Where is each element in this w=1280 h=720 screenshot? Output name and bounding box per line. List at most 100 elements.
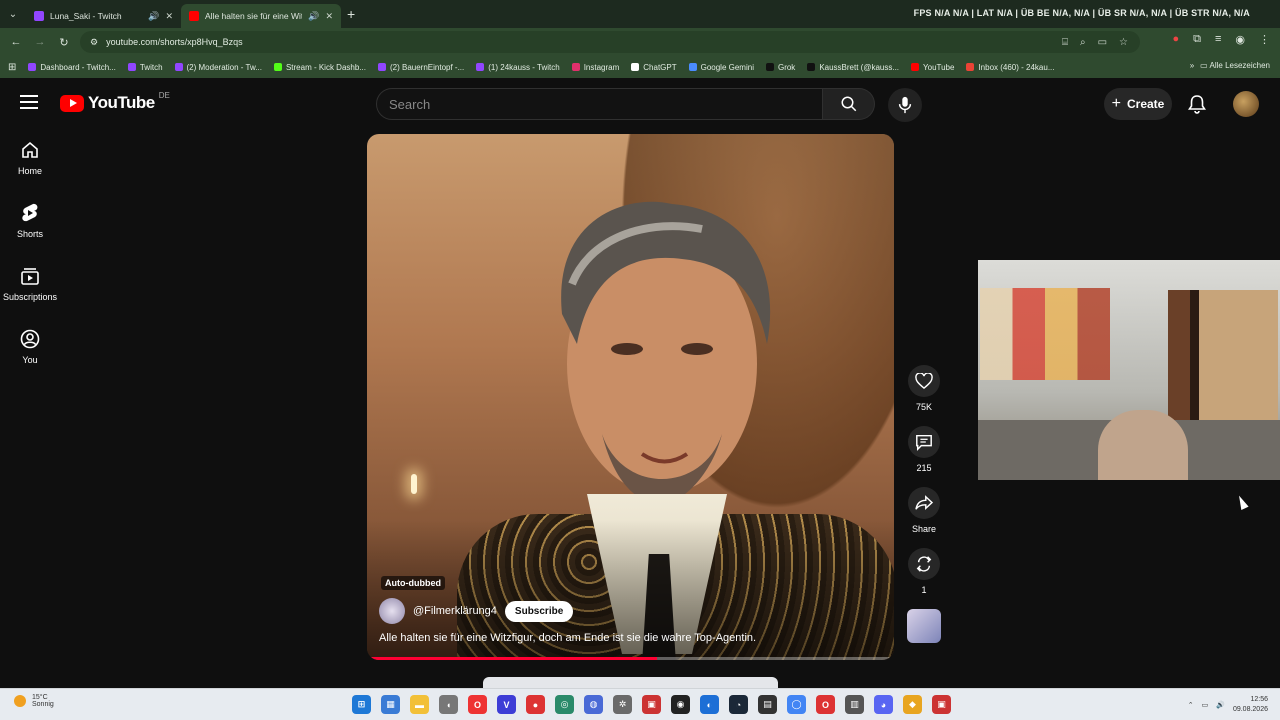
profile-icon[interactable]: ◉ bbox=[1235, 33, 1245, 46]
bookmark-item[interactable]: YouTube bbox=[911, 63, 954, 72]
notifications-button[interactable] bbox=[1188, 94, 1206, 119]
sidebar-item-shorts[interactable]: Shorts bbox=[0, 203, 60, 266]
app-red-icon[interactable]: ● bbox=[526, 695, 545, 714]
apps-grid-icon[interactable]: ⊞ bbox=[8, 62, 16, 73]
sidebar-item-home[interactable]: Home bbox=[0, 140, 60, 203]
voice-search-button[interactable] bbox=[888, 88, 922, 122]
url-bar[interactable]: ⚙ youtube.com/shorts/xp8Hvq_Bzqs ⌸ ⌕ ▭ ☆ bbox=[80, 31, 1140, 53]
channel-avatar[interactable] bbox=[379, 598, 405, 624]
audio-icon[interactable]: 🔊 bbox=[148, 11, 159, 22]
calculator-icon[interactable]: ▦ bbox=[381, 695, 400, 714]
video-title[interactable]: Alle halten sie für eine Witzfigur, doch… bbox=[379, 632, 756, 644]
remix-button[interactable] bbox=[908, 548, 940, 580]
mouse-app-icon[interactable]: ◖ bbox=[439, 695, 458, 714]
opera-gx-icon[interactable]: O bbox=[468, 695, 487, 714]
weather-widget[interactable]: 15°C Sonnig bbox=[14, 694, 54, 708]
app-red2-icon[interactable]: ▣ bbox=[932, 695, 951, 714]
close-tab-icon[interactable]: ✕ bbox=[325, 11, 333, 22]
all-bookmarks-folder[interactable]: ▭ Alle Lesezeichen bbox=[1200, 61, 1270, 70]
new-tab-button[interactable]: + bbox=[347, 6, 355, 22]
stream-app-icon[interactable]: ▣ bbox=[642, 695, 661, 714]
heart-icon bbox=[915, 373, 933, 389]
channel-info: @Filmerklärung4 Subscribe bbox=[379, 598, 574, 624]
file-explorer-icon[interactable]: ▬ bbox=[410, 695, 429, 714]
chrome-icon[interactable]: ◯ bbox=[787, 695, 806, 714]
windows-start-icon[interactable]: ⊞ bbox=[352, 695, 371, 714]
bookmark-item[interactable]: Google Gemini bbox=[688, 63, 754, 72]
comment-action: 215 bbox=[904, 426, 944, 473]
menu-icon[interactable] bbox=[20, 95, 38, 109]
vivaldi-icon[interactable]: V bbox=[497, 695, 516, 714]
extensions-icon[interactable]: ⧉ bbox=[1193, 33, 1201, 46]
bookmark-item[interactable]: KaussBrett (@kauss... bbox=[807, 63, 899, 72]
channel-name[interactable]: @Filmerklärung4 bbox=[413, 605, 497, 617]
reload-button[interactable]: ↻ bbox=[52, 36, 76, 49]
edge-icon[interactable]: ◐ bbox=[700, 695, 719, 714]
translate-icon[interactable]: ⌸ bbox=[1062, 37, 1068, 48]
create-button[interactable]: + Create bbox=[1104, 88, 1172, 120]
bookmark-label: (2) BauernEintopf -... bbox=[389, 62, 465, 72]
tab-youtube[interactable]: Alle halten sie für eine Witz 🔊 ✕ bbox=[181, 4, 341, 28]
network-icon[interactable]: ▭ bbox=[1202, 701, 1209, 709]
opera-icon[interactable]: O bbox=[816, 695, 835, 714]
more-bookmarks-icon[interactable]: » bbox=[1190, 61, 1194, 70]
clock[interactable]: 12:56 09.08.2026 bbox=[1233, 695, 1268, 715]
weather-temp: 15°C bbox=[32, 694, 48, 701]
bookmark-item[interactable]: Stream - Kick Dashb... bbox=[273, 63, 366, 72]
close-tab-icon[interactable]: ✕ bbox=[165, 11, 173, 22]
chrome-menu-icon[interactable]: ⋮ bbox=[1259, 33, 1270, 46]
bookmark-favicon-icon bbox=[476, 63, 485, 71]
bookmark-item[interactable]: Twitch bbox=[127, 63, 163, 72]
bookmark-item[interactable]: Grok bbox=[765, 63, 795, 72]
youtube-logo[interactable]: YouTube DE bbox=[60, 91, 170, 113]
app-spiral-icon[interactable]: ◎ bbox=[555, 695, 574, 714]
adblock-icon[interactable]: ● bbox=[1172, 33, 1179, 46]
remix-count: 1 bbox=[921, 585, 927, 595]
media-control-icon[interactable]: ≡ bbox=[1215, 33, 1221, 46]
shorts-video-player[interactable]: Auto-dubbed @Filmerklärung4 Subscribe Al… bbox=[367, 134, 894, 660]
bookmark-item[interactable]: (1) 24kauss - Twitch bbox=[476, 63, 560, 72]
controller-icon[interactable]: ◍ bbox=[584, 695, 603, 714]
back-button[interactable]: ← bbox=[4, 36, 28, 48]
zoom-icon[interactable]: ⌕ bbox=[1080, 37, 1086, 48]
bookmark-favicon-icon bbox=[273, 63, 282, 71]
tray-chevron-icon[interactable]: ⌃ bbox=[1188, 701, 1194, 709]
sidebar-item-subscriptions[interactable]: Subscriptions bbox=[0, 266, 60, 329]
subscribe-button[interactable]: Subscribe bbox=[504, 600, 574, 622]
audio-icon[interactable]: 🔊 bbox=[308, 11, 319, 22]
bookmark-item[interactable]: Inbox (460) - 24kau... bbox=[966, 63, 1055, 72]
site-info-icon[interactable]: ⚙ bbox=[90, 37, 98, 48]
terminal-icon[interactable]: ▤ bbox=[758, 695, 777, 714]
account-avatar[interactable] bbox=[1233, 91, 1259, 117]
sound-thumbnail[interactable] bbox=[907, 609, 941, 643]
bookmark-item[interactable]: ChatGPT bbox=[631, 63, 677, 72]
obs-icon[interactable]: ◉ bbox=[671, 695, 690, 714]
bookmarks-bar: ⊞ Dashboard - Twitch... Twitch (2) Moder… bbox=[0, 56, 1280, 78]
comments-button[interactable] bbox=[908, 426, 940, 458]
steam-icon[interactable]: ◔ bbox=[729, 695, 748, 714]
app-yellow-icon[interactable]: ◆ bbox=[903, 695, 922, 714]
bookmark-star-icon[interactable]: ☆ bbox=[1119, 37, 1128, 48]
like-button[interactable] bbox=[908, 365, 940, 397]
address-toolbar: ← → ↻ ⚙ youtube.com/shorts/xp8Hvq_Bzqs ⌸… bbox=[0, 28, 1280, 56]
search-input[interactable]: Search bbox=[376, 88, 823, 120]
bookmark-item[interactable]: Dashboard - Twitch... bbox=[28, 63, 116, 72]
shorts-icon bbox=[22, 203, 38, 222]
weather-condition: Sonnig bbox=[32, 701, 54, 708]
cast-icon[interactable]: ▭ bbox=[1098, 37, 1107, 48]
volume-icon[interactable]: 🔊 bbox=[1216, 701, 1225, 709]
video-progress-bar[interactable] bbox=[367, 657, 894, 660]
bookmark-item[interactable]: (2) Moderation - Tw... bbox=[174, 63, 262, 72]
discord-icon[interactable]: ◕ bbox=[874, 695, 893, 714]
share-action: Share bbox=[904, 487, 944, 534]
settings-app-icon[interactable]: ✲ bbox=[613, 695, 632, 714]
sidebar-item-you[interactable]: You bbox=[0, 329, 60, 392]
bookmark-item[interactable]: (2) BauernEintopf -... bbox=[377, 62, 465, 72]
search-button[interactable] bbox=[823, 88, 875, 120]
bookmark-item[interactable]: Instagram bbox=[571, 63, 619, 72]
forward-button[interactable]: → bbox=[28, 36, 52, 48]
share-button[interactable] bbox=[908, 487, 940, 519]
tab-twitch[interactable]: Luna_Saki - Twitch 🔊 ✕ bbox=[26, 4, 181, 28]
app-grey-icon[interactable]: ▥ bbox=[845, 695, 864, 714]
tab-search-icon[interactable]: ⌄ bbox=[0, 0, 26, 28]
